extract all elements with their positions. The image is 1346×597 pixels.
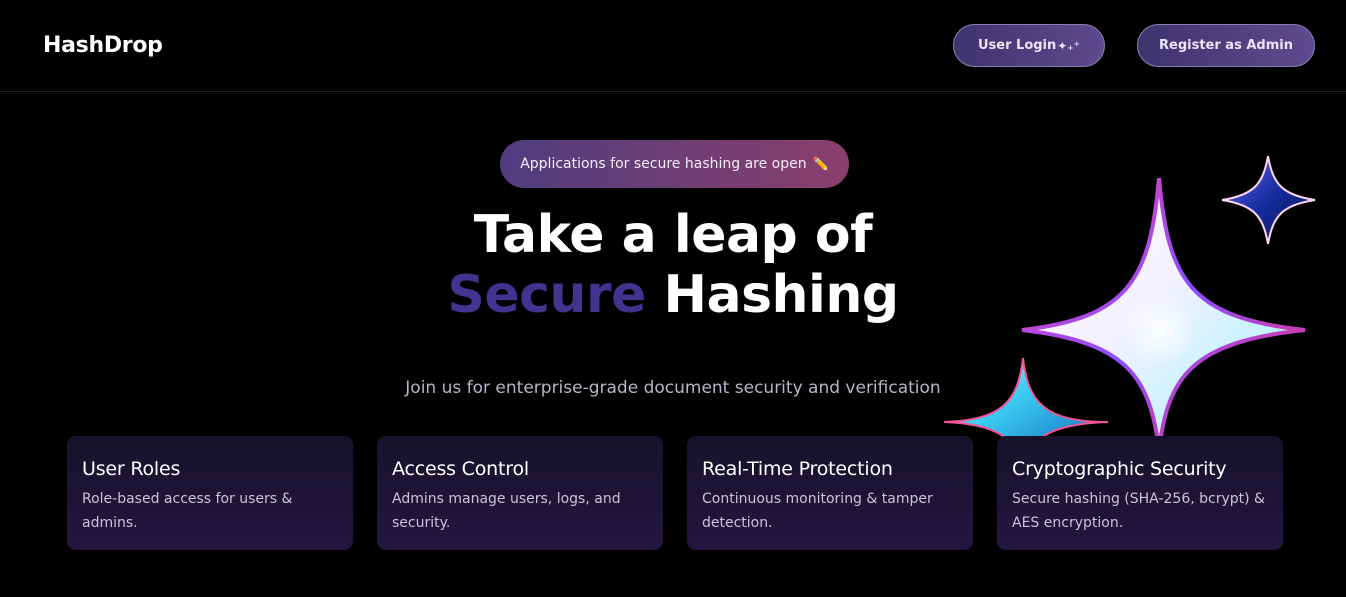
feature-card-access-control[interactable]: Access Control Admins manage users, logs… — [377, 436, 663, 550]
feature-card-cryptographic-security[interactable]: Cryptographic Security Secure hashing (S… — [997, 436, 1283, 550]
feature-card-real-time-protection[interactable]: Real-Time Protection Continuous monitori… — [687, 436, 973, 550]
site-header: HashDrop User Login ✦₊⁺ Register as Admin — [0, 0, 1346, 92]
user-login-button[interactable]: User Login ✦₊⁺ — [953, 24, 1105, 67]
user-login-label: User Login — [977, 38, 1057, 53]
feature-card-description: Role-based access for users & admins. — [82, 491, 293, 531]
small-navy-star-icon — [1221, 155, 1316, 245]
feature-card-description: Secure hashing (SHA-256, bcrypt) & AES e… — [1012, 491, 1265, 531]
feature-card-title: User Roles — [82, 458, 181, 480]
pencil-icon: ✏️ — [812, 156, 829, 172]
logo[interactable]: HashDrop — [43, 33, 163, 58]
announcement-text: Applications for secure hashing are open — [520, 156, 807, 172]
hero-title-line1: Take a leap of — [473, 205, 873, 265]
sparkle-stars-illustration — [943, 155, 1316, 470]
feature-card-title: Access Control — [392, 458, 529, 480]
sparkle-icon: ✦₊⁺ — [1057, 38, 1080, 53]
register-admin-button[interactable]: Register as Admin — [1137, 24, 1315, 67]
hero-title-rest: Hashing — [645, 265, 899, 325]
feature-card-description: Continuous monitoring & tamper detection… — [702, 491, 933, 531]
register-admin-label: Register as Admin — [1159, 38, 1293, 53]
feature-card-description: Admins manage users, logs, and security. — [392, 491, 621, 531]
hero-title-accent: Secure — [447, 265, 646, 325]
feature-card-user-roles[interactable]: User Roles Role-based access for users &… — [67, 436, 353, 550]
landing-page: HashDrop User Login ✦₊⁺ Register as Admin… — [0, 0, 1346, 597]
feature-card-title: Cryptographic Security — [1012, 458, 1227, 480]
feature-card-title: Real-Time Protection — [702, 458, 893, 480]
announcement-pill[interactable]: Applications for secure hashing are open… — [500, 140, 849, 188]
